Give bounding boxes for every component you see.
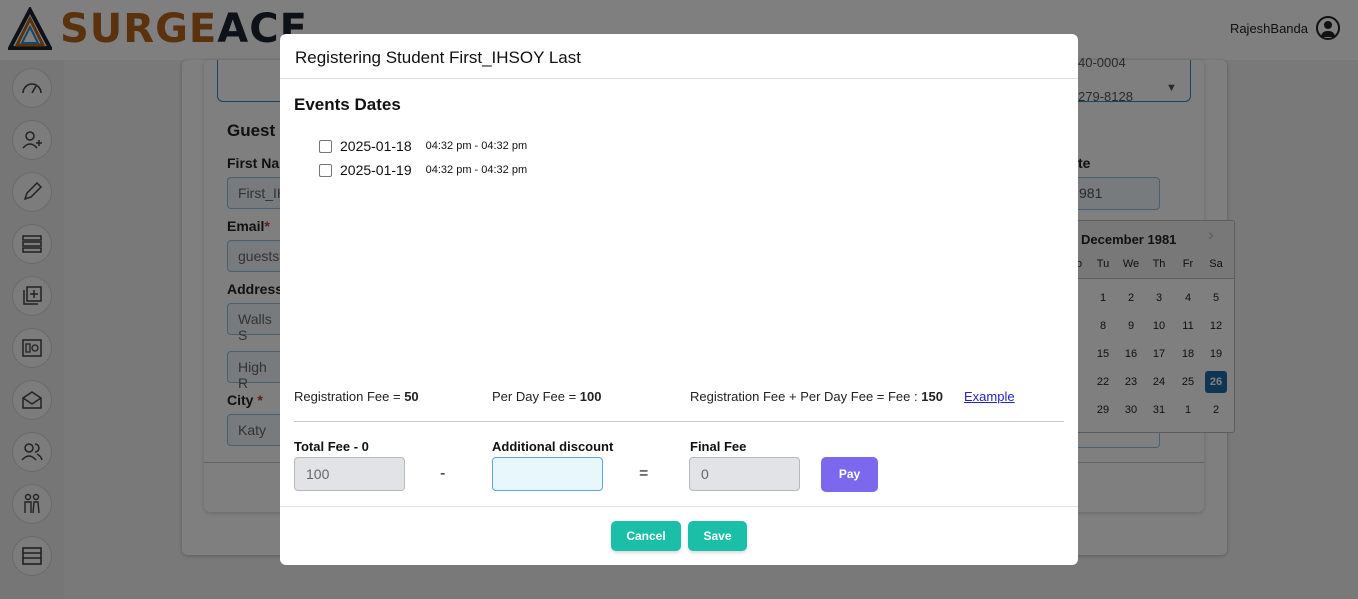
event-checkbox[interactable] [319,163,332,177]
equals-sign: = [639,465,649,482]
final-fee-input: 0 [689,457,800,491]
events-dates-heading: Events Dates [294,95,401,114]
registration-fee-value: 50 [404,389,419,404]
minus-sign: - [440,465,446,482]
modal-footer-divider [280,506,1078,507]
event-date: 2025-01-18 [340,138,412,154]
registration-modal: Registering Student First_IHSOY Last Eve… [280,34,1078,565]
combined-fee-text: Registration Fee + Per Day Fee = Fee : 1… [690,389,943,404]
per-day-fee-text: Per Day Fee = 100 [492,389,602,404]
registration-fee-label: Registration Fee = [294,389,405,404]
total-fee-label: Total Fee - 0 [294,439,369,454]
combined-fee-value: 150 [921,389,943,404]
event-checkbox[interactable] [319,139,332,153]
event-row[interactable]: 2025-01-18 04:32 pm - 04:32 pm [319,137,527,155]
event-time: 04:32 pm - 04:32 pm [425,140,528,152]
event-time: 04:32 pm - 04:32 pm [425,164,528,176]
additional-discount-input[interactable] [492,457,603,491]
event-row[interactable]: 2025-01-19 04:32 pm - 04:32 pm [319,161,527,179]
example-link[interactable]: Example [964,389,1015,404]
additional-discount-label: Additional discount [492,439,614,454]
total-fee-input: 100 [294,457,405,491]
pay-button[interactable]: Pay [821,457,878,492]
event-date: 2025-01-19 [340,162,412,178]
cancel-button[interactable]: Cancel [611,521,681,551]
final-fee-label: Final Fee [690,439,747,454]
combined-fee-label: Registration Fee + Per Day Fee = Fee : [690,389,922,404]
modal-divider [294,421,1064,422]
modal-title: Registering Student First_IHSOY Last [295,48,581,67]
save-button[interactable]: Save [688,521,747,551]
registration-fee-text: Registration Fee = 50 [294,389,419,404]
modal-header: Registering Student First_IHSOY Last [280,34,1078,79]
per-day-fee-value: 100 [579,389,602,404]
per-day-fee-label: Per Day Fee = [492,389,580,404]
